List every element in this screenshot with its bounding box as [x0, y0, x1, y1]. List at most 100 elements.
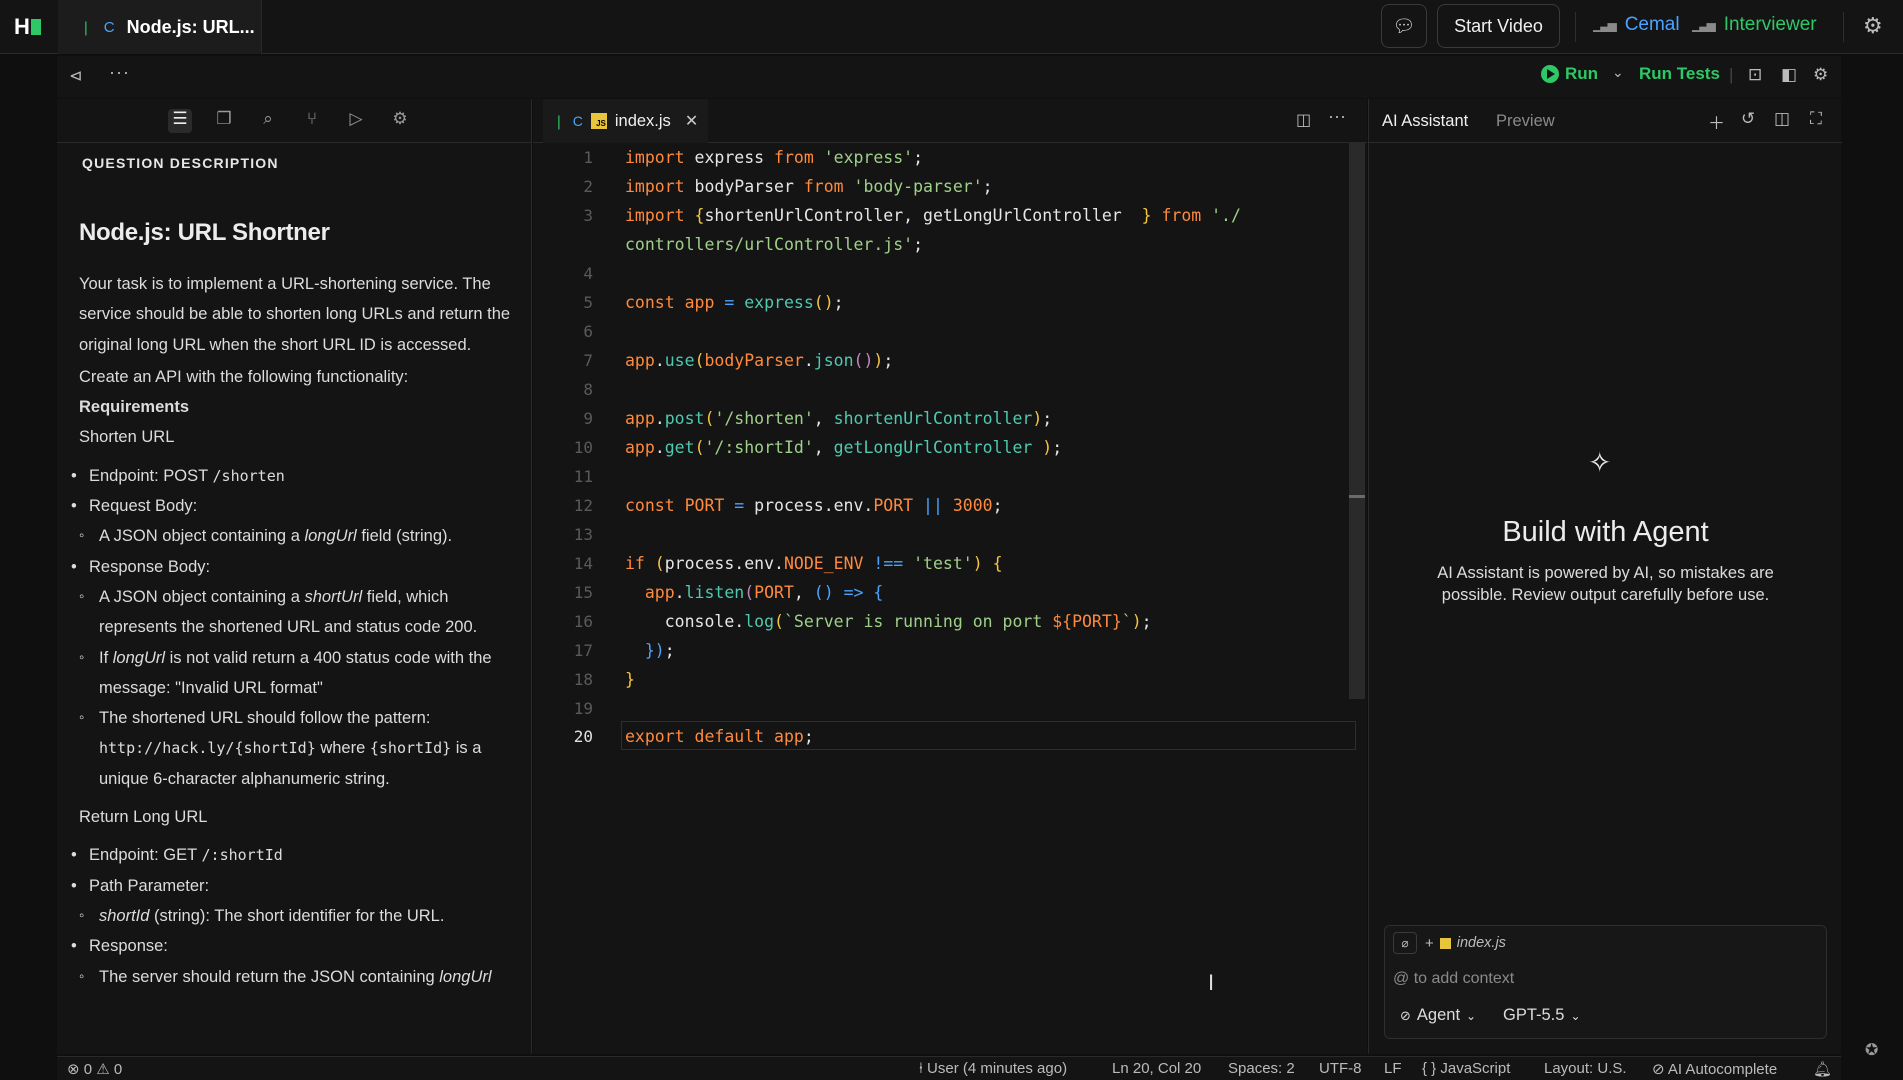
left-panel-tabs: ☰ ❐ ⌕ ⑂ ▷ ⚙ [57, 99, 531, 143]
debug-icon[interactable]: ▷ [344, 109, 368, 133]
chevron-down-icon[interactable]: ⌄ [1612, 64, 1624, 81]
tab-preview[interactable]: Preview [1496, 112, 1555, 131]
run-tests-button[interactable]: Run Tests [1639, 64, 1720, 84]
files-icon[interactable]: ❐ [212, 109, 236, 133]
right-panel-tabs: AI Assistant Preview ＋ ↺ ◫ ⛶ [1369, 99, 1842, 143]
more-options-icon[interactable]: ··· [109, 62, 130, 83]
terminal-icon[interactable]: ⊡ [1748, 65, 1762, 85]
search-icon[interactable]: ⌕ [256, 109, 280, 133]
language-mode[interactable]: { } JavaScript [1422, 1060, 1510, 1077]
ai-autocomplete-toggle[interactable]: ⊘ AI Autocomplete [1652, 1060, 1777, 1078]
description-icon[interactable]: ☰ [168, 109, 192, 133]
cursor-position[interactable]: Ln 20, Col 20 [1112, 1060, 1201, 1077]
model-label: GPT-5.5 [1503, 1006, 1565, 1024]
editor-toolbar: ⊲ ··· Run ⌄ Run Tests | ⊡ ◧ ⚙ [57, 56, 1841, 98]
code-line: 3 import {shortenUrlController, getLongU… [583, 206, 1241, 225]
context-input[interactable]: @ to add context [1393, 970, 1514, 988]
list-item: Request Body: [71, 491, 519, 522]
scrollbar-cursor-marker [1349, 495, 1365, 498]
indentation[interactable]: Spaces: 2 [1228, 1060, 1295, 1077]
copilot-icon[interactable]: ✪ [1865, 1040, 1878, 1060]
code-line: 9 app.post('/shorten', shortenUrlControl… [583, 409, 1053, 428]
history-icon[interactable]: ↺ [1741, 109, 1755, 129]
braces-icon: { } [1422, 1060, 1437, 1077]
return-heading: Return Long URL [79, 808, 208, 827]
mode-select[interactable]: ⊘ Agent ⌄ [1400, 1006, 1476, 1025]
collapse-panel-icon[interactable]: ⊲ [69, 66, 82, 86]
user-activity[interactable]: ⍿ User (4 minutes ago) [919, 1060, 1067, 1077]
code-line: 2 import bodyParser from 'body-parser'; [583, 177, 993, 196]
chevron-down-icon: ⌄ [1570, 1008, 1581, 1023]
status-bar-icon: ❘ [80, 18, 92, 35]
list-item: Path Parameter: [71, 871, 519, 902]
code-line-current: 20 export default app; [573, 727, 814, 746]
more-options-icon[interactable]: ··· [1328, 106, 1346, 127]
settings-gear-icon[interactable]: ⚙ [1863, 13, 1883, 39]
model-select[interactable]: GPT-5.5 ⌄ [1503, 1006, 1581, 1025]
tab-ai-assistant[interactable]: AI Assistant [1382, 112, 1468, 131]
intro-text: Your task is to implement a URL-shorteni… [79, 275, 511, 354]
code-line: 14 if (process.env.NODE_ENV !== 'test') … [573, 554, 1003, 573]
extensions-icon[interactable]: ⚙ [388, 109, 412, 133]
editor-tab-bar: ❘ C JS index.js ✕ ◫ ··· [533, 99, 1367, 143]
plus-icon: + [1425, 934, 1434, 952]
agent-mode-icon: ⊘ [1400, 1007, 1411, 1023]
code-line: 17 }); [573, 641, 675, 660]
code-line: 6 [583, 322, 593, 341]
chat-input-box: ⌀ + index.js @ to add context ⊘ Agent ⌄ … [1384, 925, 1827, 1039]
layout-panel-icon[interactable]: ◧ [1781, 65, 1797, 85]
code-line: 13 [573, 525, 593, 544]
divider: | [1729, 65, 1734, 84]
disabled-icon: ⊘ [1652, 1061, 1665, 1078]
problems-indicator[interactable]: ⊗ 0 ⚠ 0 [67, 1060, 122, 1078]
hackerrank-logo[interactable]: H [14, 14, 41, 40]
line-ending[interactable]: LF [1384, 1060, 1402, 1077]
participant-interviewer[interactable]: ▁▃▅ Interviewer [1692, 14, 1817, 36]
status-bar-icon: ❘ [553, 112, 565, 129]
close-icon[interactable]: ✕ [685, 111, 698, 131]
c-icon: C [103, 18, 115, 36]
sidebar-toggle-icon[interactable]: ◫ [1774, 109, 1790, 129]
start-video-button[interactable]: Start Video [1437, 4, 1560, 48]
list-item: A JSON object containing a longUrl field… [79, 521, 519, 552]
question-tab[interactable]: ❘ C Node.js: URL... [58, 0, 262, 54]
question-title: Node.js: URL Shortner [79, 219, 330, 246]
code-line: 4 [583, 264, 593, 283]
encoding[interactable]: UTF-8 [1319, 1060, 1362, 1077]
javascript-file-icon [1439, 937, 1451, 949]
fullscreen-icon[interactable]: ⛶ [1810, 109, 1822, 129]
create-api-text: Create an API with the following functio… [79, 367, 409, 386]
list-item: shortId (string): The short identifier f… [79, 901, 519, 932]
settings-gear-icon[interactable]: ⚙ [1813, 65, 1828, 85]
question-body: Your task is to implement a URL-shorteni… [71, 269, 519, 992]
git-branch-icon[interactable]: ⑂ [300, 109, 324, 133]
shorten-heading: Shorten URL [79, 428, 175, 447]
javascript-file-icon: JS [590, 113, 607, 129]
file-tab-index-js[interactable]: ❘ C JS index.js ✕ [543, 99, 709, 143]
requirements-heading: Requirements [79, 398, 190, 417]
notifications-bell-icon[interactable]: 🔔︎ [1813, 1060, 1832, 1078]
agent-sparkle-icon: ✧ [1588, 447, 1612, 478]
code-line: 1 import express from 'express'; [583, 148, 924, 167]
agent-title: Build with Agent [1502, 516, 1709, 548]
signal-bars-icon: ▁▃▅ [1593, 18, 1617, 32]
warning-icon: ⚠ [96, 1061, 110, 1078]
attach-paperclip-icon[interactable]: ⌀ [1393, 932, 1417, 954]
shorten-list: Endpoint: POST /shorten Request Body: A … [71, 461, 519, 794]
chat-button[interactable]: 💬︎ [1381, 4, 1427, 48]
run-button[interactable]: Run [1541, 64, 1598, 84]
new-chat-plus-icon[interactable]: ＋ [1708, 109, 1725, 134]
code-line: 15 app.listen(PORT, () => { [573, 583, 884, 602]
code-line: 5 const app = express(); [583, 293, 844, 312]
context-file-name: index.js [1456, 935, 1506, 951]
chevron-down-icon: ⌄ [1466, 1008, 1477, 1023]
divider [1843, 12, 1844, 42]
list-item: Endpoint: POST /shorten [71, 461, 519, 492]
keyboard-layout[interactable]: Layout: U.S. [1544, 1060, 1627, 1077]
editor-scrollbar[interactable] [1349, 143, 1365, 699]
participant-cemal[interactable]: ▁▃▅ Cemal [1593, 14, 1680, 36]
split-editor-icon[interactable]: ◫ [1296, 110, 1311, 130]
context-file-chip[interactable]: + index.js [1425, 932, 1506, 954]
code-area[interactable]: 1 import express from 'express'; 2 impor… [533, 143, 1367, 1054]
chat-bubble-icon: 💬︎ [1392, 15, 1416, 36]
